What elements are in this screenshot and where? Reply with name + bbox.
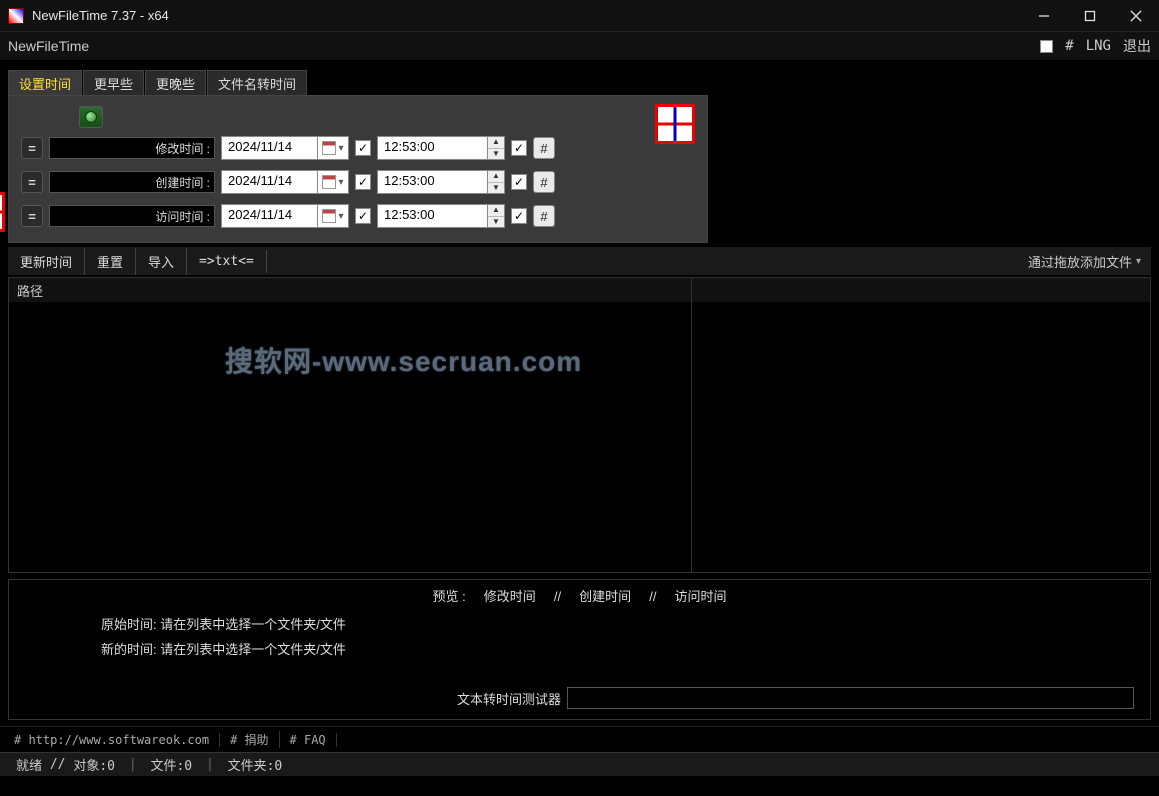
date-picker-access[interactable]: ▾	[317, 204, 349, 228]
tab-earlier[interactable]: 更早些	[83, 70, 144, 95]
date-input-create[interactable]: 2024/11/14	[221, 170, 317, 194]
calendar-icon	[322, 209, 336, 223]
tab-set-time[interactable]: 设置时间	[8, 70, 82, 95]
reset-button[interactable]: 重置	[85, 248, 136, 275]
update-button[interactable]: 更新时间	[8, 248, 85, 275]
statusbar: 就绪 // 对象:0 | 文件:0 | 文件夹:0	[0, 752, 1159, 776]
tester-label: 文本转时间测试器	[457, 689, 561, 708]
tab-later[interactable]: 更晚些	[145, 70, 206, 95]
txt-button[interactable]: =>txt<=	[187, 250, 267, 273]
window-title: NewFileTime 7.37 - x64	[32, 8, 169, 23]
time-spinner-create[interactable]: ▲▼	[487, 170, 505, 194]
tester-input[interactable]	[567, 687, 1134, 709]
date-picker-mod[interactable]: ▾	[317, 136, 349, 160]
chevron-down-icon: ▾	[338, 143, 343, 154]
chevron-down-icon: ▾	[338, 177, 343, 188]
drag-hint-menu[interactable]: 通过拖放添加文件 ▾	[1028, 252, 1151, 271]
link-faq[interactable]: # FAQ	[280, 733, 337, 747]
row-access-time: = 访问时间 : 2024/11/14 ▾ ✓ 12:53:00 ▲▼ ✓ #	[21, 204, 695, 228]
check-date-create[interactable]: ✓	[355, 174, 371, 190]
row-create-time: = 创建时间 : 2024/11/14 ▾ ✓ 12:53:00 ▲▼ ✓ #	[21, 170, 695, 194]
check-time-access[interactable]: ✓	[511, 208, 527, 224]
calendar-icon	[322, 141, 336, 155]
chevron-down-icon: ▾	[1136, 256, 1141, 267]
app-menu[interactable]: NewFileTime	[8, 38, 89, 54]
file-list-left-pane[interactable]: 路径 搜软网-www.secruan.com	[9, 278, 692, 572]
date-input-mod[interactable]: 2024/11/14	[221, 136, 317, 160]
toolbar: 更新时间 重置 导入 =>txt<= 通过拖放添加文件 ▾	[8, 247, 1151, 275]
titlebar: NewFileTime 7.37 - x64	[0, 0, 1159, 32]
globe-icon	[85, 111, 97, 123]
row-mod-time: = 修改时间 : 2024/11/14 ▾ ✓ 12:53:00 ▲▼ ✓ #	[21, 136, 695, 160]
drag-hint-label: 通过拖放添加文件	[1028, 252, 1132, 271]
time-input-access[interactable]: 12:53:00	[377, 204, 487, 228]
column-path[interactable]: 路径	[9, 278, 691, 302]
time-spinner-access[interactable]: ▲▼	[487, 204, 505, 228]
maximize-button[interactable]	[1067, 0, 1113, 32]
status-folders: 文件夹:0	[228, 755, 283, 774]
import-button[interactable]: 导入	[136, 248, 187, 275]
globe-button[interactable]	[79, 106, 103, 128]
linkbar: # http://www.softwareok.com # 捐助 # FAQ	[0, 726, 1159, 752]
app-icon	[8, 8, 24, 24]
check-date-mod[interactable]: ✓	[355, 140, 371, 156]
pin-checkbox[interactable]	[1040, 40, 1053, 53]
file-list: 路径 搜软网-www.secruan.com	[8, 277, 1151, 573]
chevron-down-icon: ▾	[338, 211, 343, 222]
file-list-right-pane[interactable]	[692, 278, 1150, 572]
calendar-icon	[322, 175, 336, 189]
exit-menu[interactable]: 退出	[1123, 36, 1151, 56]
link-donate[interactable]: # 捐助	[220, 731, 279, 748]
eq-button-mod[interactable]: =	[21, 137, 43, 159]
link-site[interactable]: # http://www.softwareok.com	[4, 733, 220, 747]
tab-strip: 设置时间 更早些 更晚些 文件名转时间	[8, 70, 1151, 95]
preview-original: 原始时间: 请在列表中选择一个文件夹/文件	[17, 611, 1142, 636]
close-button[interactable]	[1113, 0, 1159, 32]
eq-button-create[interactable]: =	[21, 171, 43, 193]
language-menu[interactable]: LNG	[1086, 38, 1111, 54]
preview-header: 预览 : 修改时间 // 创建时间 // 访问时间	[17, 586, 1142, 605]
hash-button-mod[interactable]: #	[533, 137, 555, 159]
hash-button-create[interactable]: #	[533, 171, 555, 193]
time-spinner-mod[interactable]: ▲▼	[487, 136, 505, 160]
check-time-mod[interactable]: ✓	[511, 140, 527, 156]
time-input-create[interactable]: 12:53:00	[377, 170, 487, 194]
preview-new: 新的时间: 请在列表中选择一个文件夹/文件	[17, 636, 1142, 661]
minimize-button[interactable]	[1021, 0, 1067, 32]
label-create: 创建时间 :	[49, 171, 215, 193]
hash-menu[interactable]: #	[1065, 38, 1073, 54]
menubar: NewFileTime # LNG 退出	[0, 32, 1159, 60]
time-input-mod[interactable]: 12:53:00	[377, 136, 487, 160]
logo-icon-right	[655, 104, 695, 144]
status-objects: 对象:0	[73, 755, 115, 774]
tab-panel: = 修改时间 : 2024/11/14 ▾ ✓ 12:53:00 ▲▼ ✓ # …	[8, 95, 708, 243]
column-right[interactable]	[692, 278, 1150, 302]
logo-icon-left	[0, 192, 5, 232]
watermark-text: 搜软网-www.secruan.com	[225, 340, 582, 380]
date-input-access[interactable]: 2024/11/14	[221, 204, 317, 228]
preview-panel: 预览 : 修改时间 // 创建时间 // 访问时间 原始时间: 请在列表中选择一…	[8, 579, 1151, 720]
status-files: 文件:0	[150, 755, 192, 774]
tab-name-to-time[interactable]: 文件名转时间	[207, 70, 307, 95]
tester-row: 文本转时间测试器	[17, 687, 1142, 709]
hash-button-access[interactable]: #	[533, 205, 555, 227]
date-picker-create[interactable]: ▾	[317, 170, 349, 194]
status-ready: 就绪	[16, 755, 42, 774]
label-mod: 修改时间 :	[49, 137, 215, 159]
eq-button-access[interactable]: =	[21, 205, 43, 227]
label-access: 访问时间 :	[49, 205, 215, 227]
check-date-access[interactable]: ✓	[355, 208, 371, 224]
check-time-create[interactable]: ✓	[511, 174, 527, 190]
